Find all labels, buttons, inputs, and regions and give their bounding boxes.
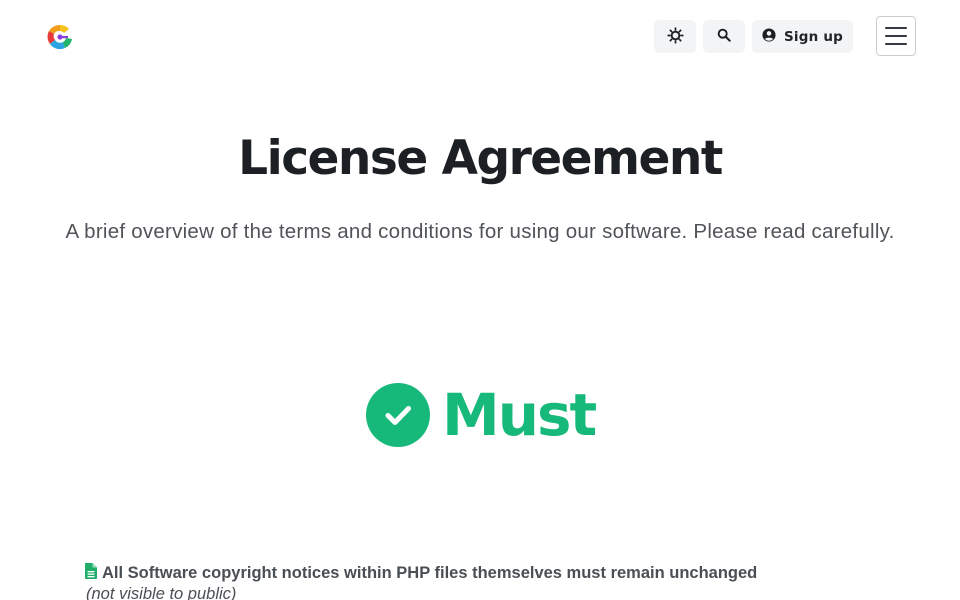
page-title: License Agreement [238,131,723,186]
hamburger-menu-icon [885,27,907,29]
list-item: All Software copyright notices within PH… [85,563,905,600]
rule-note: (not visible to public) [86,585,237,600]
sign-up-button[interactable]: Sign up [752,20,853,53]
page-subtitle: A brief overview of the terms and condit… [65,220,895,243]
user-circle-icon [762,28,776,45]
check-circle-icon [366,383,430,447]
search-button[interactable] [703,20,745,53]
sun-gear-icon [666,26,684,47]
menu-toggle-button[interactable] [876,16,916,56]
file-icon [85,563,97,583]
brand-logo-icon[interactable] [45,22,75,52]
search-icon [717,28,731,45]
must-heading: Must [366,380,597,450]
must-label: Must [442,381,597,449]
theme-toggle-button[interactable] [654,20,696,53]
page: Sign up License Agreement A brief overvi… [0,0,960,600]
header: Sign up [0,0,960,72]
sign-up-label: Sign up [784,28,843,45]
rule-text: All Software copyright notices within PH… [102,563,758,582]
